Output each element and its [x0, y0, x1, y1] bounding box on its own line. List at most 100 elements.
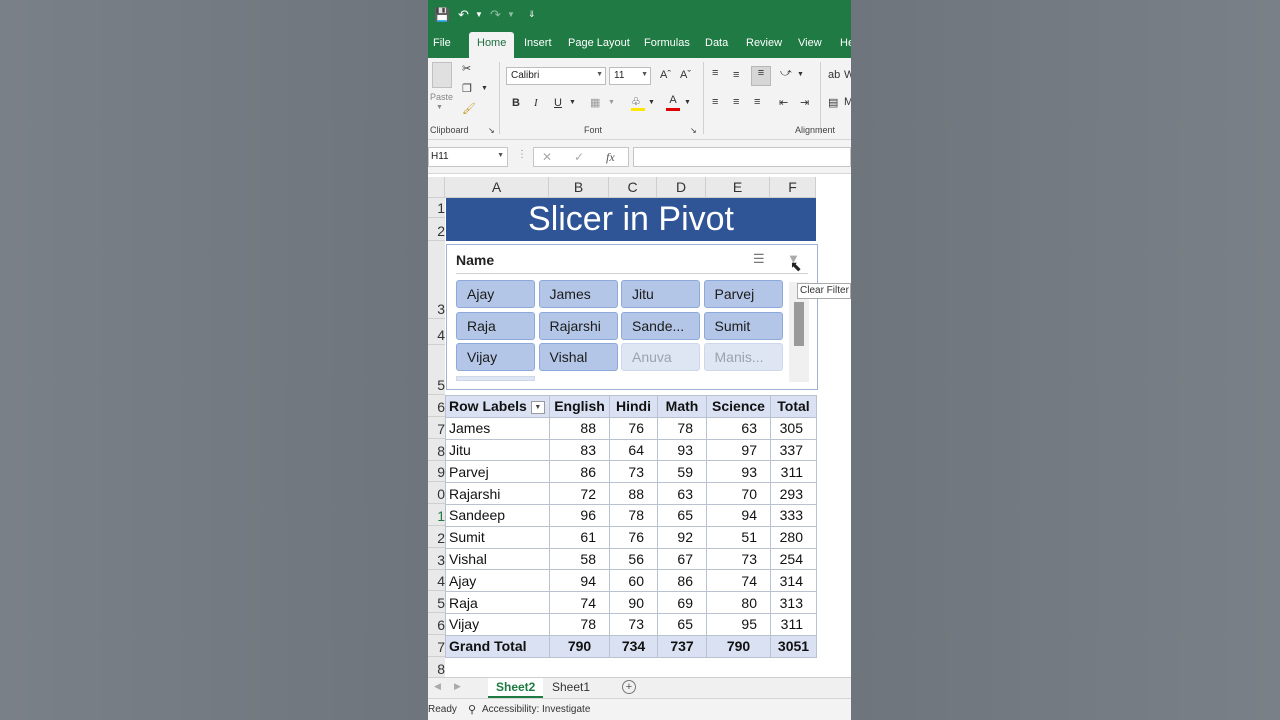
accessibility-status[interactable]: Accessibility: Investigate	[482, 704, 590, 715]
pivot-cell[interactable]: 92	[657, 525, 707, 549]
tab-view[interactable]: View	[798, 37, 822, 49]
slicer-item[interactable]: Parvej	[703, 280, 783, 308]
pivot-cell[interactable]: James	[445, 416, 550, 440]
pivot-cell[interactable]: 305	[770, 416, 817, 440]
multi-select-icon[interactable]: ☰	[753, 251, 765, 267]
pivot-cell[interactable]: 3051	[770, 634, 817, 658]
pivot-cell[interactable]: 254	[770, 547, 817, 571]
pivot-cell[interactable]: 86	[549, 460, 610, 484]
pivot-cell[interactable]: Total	[770, 395, 817, 418]
tab-insert[interactable]: Insert	[524, 37, 552, 49]
tab-review[interactable]: Review	[746, 37, 782, 49]
underline-dropdown-icon[interactable]: ▼	[569, 99, 576, 106]
pivot-cell[interactable]: 83	[549, 438, 610, 462]
wrap-text-label[interactable]: W	[844, 69, 851, 81]
column-header-f[interactable]: F	[770, 177, 816, 198]
pivot-cell[interactable]: 76	[609, 416, 658, 440]
row-header[interactable]: 7	[428, 417, 445, 439]
tab-data[interactable]: Data	[705, 37, 728, 49]
pivot-cell[interactable]: 78	[549, 612, 610, 636]
format-painter-icon[interactable]: 🖌	[462, 102, 476, 115]
row-header[interactable]: 1	[428, 504, 445, 526]
pivot-cell[interactable]: Raja	[445, 591, 550, 614]
formula-input[interactable]	[633, 147, 851, 167]
row-header[interactable]: 6	[428, 613, 445, 635]
copy-dropdown-icon[interactable]: ▼	[481, 85, 488, 92]
slicer-item[interactable]: Vishal	[538, 343, 618, 372]
scroll-right-icon[interactable]: ▶	[454, 681, 461, 692]
row-header[interactable]: 4	[428, 319, 445, 345]
pivot-cell[interactable]: 63	[657, 482, 707, 505]
pivot-cell[interactable]: 86	[657, 569, 707, 593]
add-sheet-icon[interactable]: +	[622, 680, 636, 694]
pivot-cell[interactable]: 313	[770, 591, 817, 614]
underline-icon[interactable]: U	[554, 97, 562, 109]
slicer-item[interactable]: Anuva	[621, 343, 700, 372]
row-header[interactable]: 6	[428, 395, 445, 417]
middle-align-icon[interactable]: ≡	[733, 69, 739, 81]
slicer-item[interactable]: James	[538, 280, 618, 308]
slicer-item-partial[interactable]	[456, 376, 535, 381]
row-header[interactable]: 9	[428, 460, 445, 483]
pivot-cell[interactable]: 70	[706, 482, 771, 505]
pivot-cell[interactable]: 74	[706, 569, 771, 593]
slicer-item[interactable]: Raja	[456, 311, 535, 340]
font-size-combo[interactable]: 11 ▼	[609, 67, 651, 85]
pivot-cell[interactable]: 67	[657, 547, 707, 571]
pivot-cell[interactable]: 293	[770, 482, 817, 505]
row-header[interactable]: 3	[428, 241, 445, 319]
merge-icon[interactable]: ▤	[828, 96, 838, 109]
orientation-icon[interactable]: ⤻	[780, 67, 792, 80]
pivot-cell[interactable]: 73	[609, 460, 658, 484]
accessibility-icon[interactable]: ⚲	[468, 703, 476, 716]
title-banner[interactable]: Slicer in Pivot	[446, 198, 816, 241]
pivot-cell[interactable]: 88	[609, 482, 658, 505]
bold-icon[interactable]: B	[512, 97, 520, 109]
undo-icon[interactable]: ↶	[458, 7, 469, 23]
enter-icon[interactable]: ✓	[574, 150, 584, 164]
pivot-cell[interactable]: 65	[657, 612, 707, 636]
font-color-icon[interactable]: A	[666, 94, 680, 111]
pivot-cell[interactable]: English	[549, 395, 610, 418]
borders-dropdown-icon[interactable]: ▼	[608, 99, 615, 106]
pivot-cell[interactable]: 337	[770, 438, 817, 462]
pivot-cell[interactable]: 60	[609, 569, 658, 593]
paste-button[interactable]: Paste	[430, 92, 453, 102]
pivot-cell[interactable]: 58	[549, 547, 610, 571]
slicer-item[interactable]: Sumit	[703, 311, 783, 340]
insert-function-icon[interactable]: fx	[606, 150, 615, 165]
pivot-cell[interactable]: 93	[706, 460, 771, 484]
pivot-cell[interactable]: 61	[549, 525, 610, 549]
pivot-cell[interactable]: 80	[706, 591, 771, 614]
align-center-icon[interactable]: ≡	[733, 96, 739, 108]
pivot-cell[interactable]: Vishal	[445, 547, 550, 571]
row-header[interactable]: 5	[428, 345, 445, 395]
tab-file[interactable]: File	[433, 37, 451, 49]
merge-label[interactable]: M	[844, 96, 851, 108]
pivot-cell[interactable]: 311	[770, 612, 817, 636]
font-launcher-icon[interactable]: ↘	[690, 126, 697, 135]
pivot-cell[interactable]: 734	[609, 634, 658, 658]
pivot-cell[interactable]: 97	[706, 438, 771, 462]
pivot-cell[interactable]: 65	[657, 503, 707, 527]
pivot-cell[interactable]: Grand Total	[445, 634, 550, 658]
row-header[interactable]: 1	[428, 198, 445, 218]
pivot-cell[interactable]: 96	[549, 503, 610, 527]
pivot-cell[interactable]: Sumit	[445, 525, 550, 549]
pivot-cell[interactable]: Math	[657, 395, 707, 418]
pivot-cell[interactable]: 51	[706, 525, 771, 549]
pivot-cell[interactable]: 63	[706, 416, 771, 440]
tab-he[interactable]: He	[840, 37, 851, 49]
redo-icon[interactable]: ↷	[490, 7, 501, 23]
copy-icon[interactable]: ❐	[462, 82, 472, 95]
pivot-cell[interactable]: 69	[657, 591, 707, 614]
row-header[interactable]: 5	[428, 591, 445, 614]
pivot-cell[interactable]: 88	[549, 416, 610, 440]
pivot-cell[interactable]: 95	[706, 612, 771, 636]
pivot-cell[interactable]: 73	[706, 547, 771, 571]
pivot-cell[interactable]: 59	[657, 460, 707, 484]
pivot-cell[interactable]: Vijay	[445, 612, 550, 636]
undo-dropdown-icon[interactable]: ▼	[475, 10, 483, 19]
column-header-b[interactable]: B	[549, 177, 609, 198]
row-header[interactable]: 2	[428, 526, 445, 548]
